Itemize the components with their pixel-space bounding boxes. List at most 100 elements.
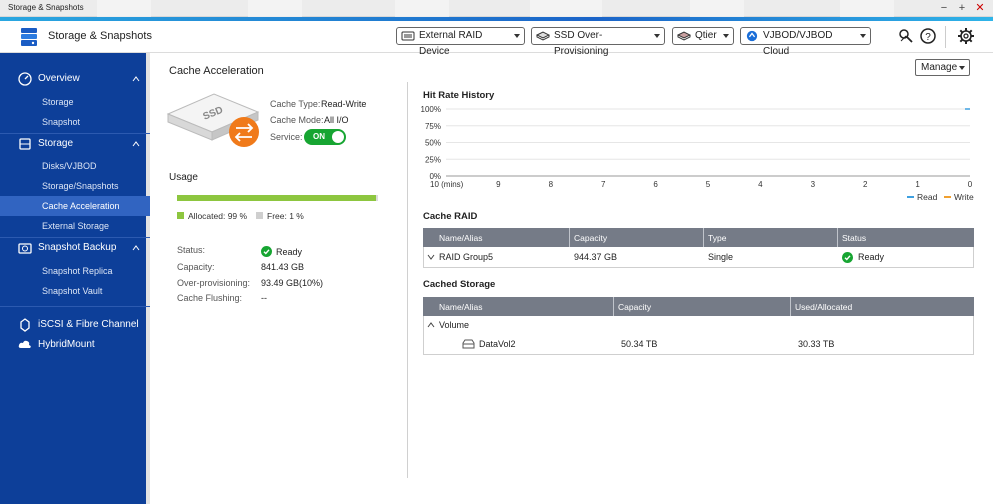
- ssd-over-provisioning-button[interactable]: SSD Over-Provisioning: [531, 27, 665, 57]
- sidebar-section-hybridmount[interactable]: HybridMount: [0, 335, 150, 355]
- chevron-up-icon[interactable]: [132, 140, 140, 148]
- status-label: Status:: [177, 245, 206, 255]
- volume-name[interactable]: DataVol2: [479, 339, 516, 349]
- cached-storage-table-header: Name/Alias Capacity Used/Allocated: [423, 297, 974, 316]
- column-header[interactable]: Name/Alias: [439, 302, 482, 312]
- usage-bar-fill: [177, 195, 376, 201]
- chevron-down-icon[interactable]: [427, 254, 435, 260]
- qtier-button[interactable]: Qtier: [672, 27, 734, 45]
- manage-button[interactable]: Manage: [915, 59, 970, 76]
- y-tick-label: 75%: [425, 122, 441, 131]
- sidebar-item-snapshot-vault[interactable]: Snapshot Vault: [0, 281, 150, 301]
- maximize-icon[interactable]: +: [954, 1, 970, 15]
- sidebar: Overview Storage Snapshot Storage Disks/…: [0, 53, 150, 504]
- chevron-up-icon[interactable]: [132, 244, 140, 252]
- sidebar-section-storage[interactable]: Storage: [0, 134, 150, 154]
- sidebar-item-snapshot-overview[interactable]: Snapshot: [0, 112, 150, 132]
- service-label: Service:: [270, 132, 303, 142]
- app-title: Storage & Snapshots: [48, 30, 152, 42]
- free-legend-swatch: [256, 212, 263, 219]
- service-toggle[interactable]: ON: [304, 129, 346, 145]
- background-window-ghost: [840, 0, 894, 17]
- capacity-value: 841.43 GB: [261, 262, 305, 272]
- ready-check-icon: [261, 246, 272, 257]
- background-window-ghost: [97, 0, 151, 17]
- hybridmount-cloud-icon: [18, 340, 31, 348]
- overview-gauge-icon: [18, 72, 32, 86]
- panel-divider: [407, 82, 408, 478]
- column-header[interactable]: Capacity: [618, 302, 651, 312]
- sidebar-section-overview[interactable]: Overview: [0, 69, 150, 89]
- background-window-ghost: [248, 0, 302, 17]
- chevron-up-icon[interactable]: [132, 75, 140, 83]
- external-raid-button[interactable]: External RAID Device: [396, 27, 525, 57]
- x-tick-label: 7: [601, 180, 606, 189]
- app-header: Storage & Snapshots External RAID Device…: [0, 21, 993, 57]
- sidebar-divider: [0, 306, 150, 307]
- vjbod-cloud-icon: [746, 30, 758, 42]
- legend-label: Write: [954, 192, 974, 202]
- iscsi-icon: [20, 318, 30, 332]
- sidebar-section-snapshot-backup[interactable]: Snapshot Backup: [0, 238, 150, 258]
- x-tick-label: 3: [811, 180, 816, 189]
- sidebar-item-snapshot-replica[interactable]: Snapshot Replica: [0, 261, 150, 281]
- allocated-legend: Allocated: 99 %: [188, 211, 248, 221]
- cache-mode-label: Cache Mode:: [270, 115, 324, 125]
- cache-flushing-label: Cache Flushing:: [177, 293, 243, 303]
- column-header[interactable]: Capacity: [574, 233, 607, 243]
- y-tick-label: 100%: [421, 105, 441, 114]
- background-window-ghost: [395, 0, 449, 17]
- chevron-down-icon: [723, 34, 729, 38]
- column-header[interactable]: Used/Allocated: [795, 302, 852, 312]
- help-icon[interactable]: ?: [919, 27, 937, 45]
- chevron-down-icon: [514, 34, 520, 38]
- ready-check-icon: [842, 252, 853, 263]
- svg-text:?: ?: [925, 32, 931, 43]
- ssd-illustration: SSD: [166, 93, 260, 147]
- sidebar-item-storage-overview[interactable]: Storage: [0, 92, 150, 112]
- raid-device-icon: [401, 31, 415, 41]
- column-header[interactable]: Name/Alias: [439, 233, 482, 243]
- volume-group-label[interactable]: Volume: [439, 320, 469, 330]
- column-header[interactable]: Type: [708, 233, 726, 243]
- sidebar-item-storage-snapshots[interactable]: Storage/Snapshots: [0, 176, 150, 196]
- cache-raid-table-header: Name/Alias Capacity Type Status: [423, 228, 974, 247]
- sidebar-item-disks-vjbod[interactable]: Disks/VJBOD: [0, 156, 150, 176]
- sidebar-section-iscsi[interactable]: iSCSI & Fibre Channel: [0, 315, 150, 335]
- sidebar-item-cache-acceleration[interactable]: Cache Acceleration: [0, 196, 150, 216]
- y-tick-label: 25%: [425, 155, 441, 164]
- header-divider: [945, 26, 946, 48]
- vjbod-button[interactable]: VJBOD/VJBOD Cloud: [740, 27, 871, 57]
- sidebar-item-external-storage[interactable]: External Storage: [0, 216, 150, 236]
- storage-icon: [19, 138, 31, 150]
- chevron-down-icon: [959, 66, 965, 70]
- overprovisioning-value: 93.49 GB(10%): [261, 278, 324, 288]
- volume-capacity: 50.34 TB: [621, 339, 658, 349]
- chevron-down-icon: [654, 34, 660, 38]
- chevron-down-icon: [860, 34, 866, 38]
- x-tick-label: 4: [758, 180, 763, 189]
- window-title: Storage & Snapshots: [8, 3, 84, 12]
- cache-raid-title: Cache RAID: [423, 211, 478, 222]
- cached-storage-table-body: Volume DataVol2 50.34 TB 30.33 TB: [423, 316, 974, 355]
- table-row[interactable]: RAID Group5 944.37 GB Single Ready: [423, 247, 974, 268]
- diagnostics-icon[interactable]: [897, 27, 915, 45]
- minimize-icon[interactable]: −: [936, 1, 952, 15]
- volume-used: 30.33 TB: [798, 339, 835, 349]
- x-tick-label: 0: [968, 180, 973, 189]
- gear-icon[interactable]: [957, 27, 975, 45]
- page-title: Cache Acceleration: [169, 65, 264, 77]
- x-tick-label: 2: [863, 180, 868, 189]
- hit-rate-chart: 100%75%50%25%0%10 (mins) 9 8 7 6 5 4 3 2 1 0Read Wr…: [421, 105, 974, 202]
- qtier-icon: [677, 31, 691, 41]
- x-tick-label: 8: [549, 180, 554, 189]
- close-icon[interactable]: ✕: [972, 1, 988, 15]
- raid-type: Single: [708, 252, 734, 262]
- chevron-up-icon[interactable]: [427, 322, 435, 328]
- column-header[interactable]: Status: [842, 233, 866, 243]
- storage-app-icon: [21, 28, 37, 46]
- ssd-icon: [536, 31, 550, 41]
- snapshot-backup-icon: [18, 243, 32, 254]
- volume-disk-icon: [462, 339, 475, 349]
- background-window-ghost: [690, 0, 744, 17]
